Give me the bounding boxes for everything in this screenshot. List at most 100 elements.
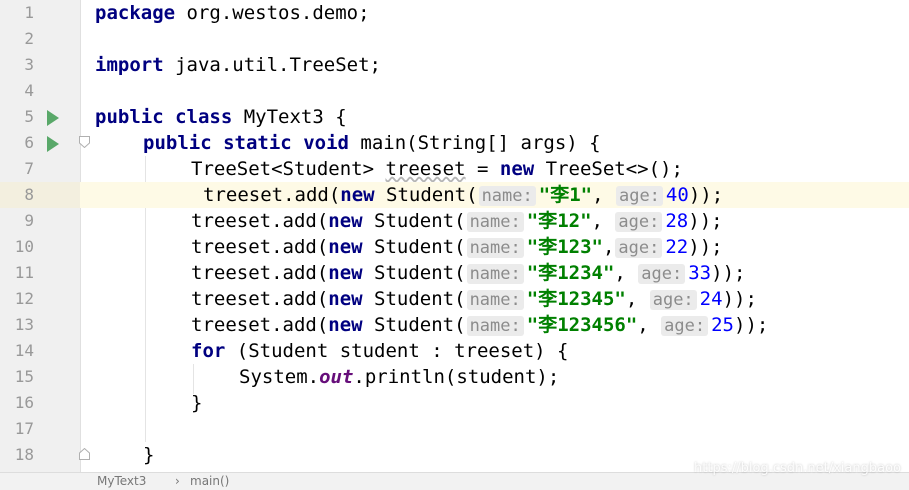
code-text[interactable]: }: [143, 442, 154, 468]
line-number: 11: [14, 263, 34, 282]
number-literal: 22: [665, 236, 689, 258]
gutter-cell: 7: [0, 156, 80, 182]
number-literal: 24: [699, 288, 723, 310]
code-line[interactable]: 17: [0, 416, 909, 442]
parameter-hint: age:: [638, 264, 686, 284]
line-number: 13: [14, 315, 34, 334]
gutter-cell: 9: [0, 208, 80, 234]
code-line[interactable]: 10 treeset.add(new Student(name: "李123", a…: [0, 234, 909, 260]
parameter-hint: name:: [466, 290, 524, 310]
run-icon[interactable]: [47, 110, 59, 126]
code-token: treeset.add(: [191, 288, 329, 310]
code-token: treeset.add(: [191, 210, 329, 232]
code-token: main(String[] args) {: [348, 132, 601, 154]
code-token: ,: [591, 210, 615, 232]
code-text[interactable]: treeset.add(new Student(name: "李1", age: 4…: [203, 182, 723, 208]
code-line[interactable]: 4: [0, 78, 909, 104]
code-line[interactable]: 13 treeset.add(new Student(name: "李123456…: [0, 312, 909, 338]
static-field: out: [319, 366, 354, 388]
gutter-cell: 15: [0, 364, 80, 390]
code-token: Student(: [374, 184, 478, 206]
breadcrumb-item-class[interactable]: MyText3: [97, 473, 146, 490]
run-icon[interactable]: [47, 136, 59, 152]
keyword: new: [340, 184, 375, 206]
code-text[interactable]: treeset.add(new Student(name: "李1234", ag…: [191, 260, 745, 286]
keyword: new: [328, 262, 363, 284]
line-number: 17: [14, 419, 34, 438]
code-line-current[interactable]: 8 treeset.add(new Student(name: "李1", age…: [0, 182, 909, 208]
code-line[interactable]: 14 for (Student student : treeset) {: [0, 338, 909, 364]
keyword: new: [328, 236, 363, 258]
code-token: treeset.add(: [203, 184, 341, 206]
code-token: =: [465, 158, 500, 180]
code-line[interactable]: 11 treeset.add(new Student(name: "李1234",…: [0, 260, 909, 286]
code-line[interactable]: 3 import java.util.TreeSet;: [0, 52, 909, 78]
keyword: class: [175, 106, 233, 128]
parameter-hint: age:: [615, 212, 663, 232]
number-literal: 28: [665, 210, 689, 232]
code-text[interactable]: TreeSet<Student> treeset = new TreeSet<>…: [191, 156, 683, 182]
code-text[interactable]: System.out.println(student);: [239, 364, 559, 390]
line-number: 5: [24, 107, 34, 126]
code-text[interactable]: for (Student student : treeset) {: [191, 338, 569, 364]
code-token: ));: [688, 210, 723, 232]
gutter-cell: 4: [0, 78, 80, 104]
gutter-cell: 3: [0, 52, 80, 78]
line-number: 15: [14, 367, 34, 386]
code-line[interactable]: 2: [0, 26, 909, 52]
gutter-cell: 18: [0, 442, 90, 468]
code-text[interactable]: public class MyText3 {: [95, 104, 347, 130]
string-literal: "李123456": [526, 314, 638, 336]
gutter-cell: 16: [0, 390, 80, 416]
line-number: 12: [14, 289, 34, 308]
code-line[interactable]: 9 treeset.add(new Student(name: "李12", ag…: [0, 208, 909, 234]
fold-icon[interactable]: [79, 448, 90, 460]
code-token: ,: [614, 262, 638, 284]
code-token: treeset.add(: [191, 314, 329, 336]
code-text[interactable]: import java.util.TreeSet;: [95, 52, 381, 78]
code-text[interactable]: public static void main(String[] args) {: [143, 130, 601, 156]
code-text[interactable]: }: [191, 390, 202, 416]
breadcrumb-separator: ›: [175, 474, 180, 488]
code-token: java.util.TreeSet;: [163, 54, 381, 76]
variable-name: treeset: [385, 158, 466, 180]
code-token: ));: [688, 184, 724, 206]
code-text[interactable]: treeset.add(new Student(name: "李12", age:…: [191, 208, 723, 234]
code-line[interactable]: 12 treeset.add(new Student(name: "李12345"…: [0, 286, 909, 312]
gutter-cell: 8: [0, 182, 80, 208]
keyword: new: [328, 314, 363, 336]
code-token: ));: [688, 236, 723, 258]
code-text[interactable]: treeset.add(new Student(name: "李123", age:…: [191, 234, 723, 260]
code-text[interactable]: treeset.add(new Student(name: "李123456", …: [191, 312, 768, 338]
fold-icon[interactable]: [79, 136, 90, 148]
gutter-cell: 13: [0, 312, 80, 338]
code-token: treeset.add(: [191, 236, 329, 258]
code-line[interactable]: 15 System.out.println(student);: [0, 364, 909, 390]
code-token: MyText3 {: [232, 106, 347, 128]
code-token: Student(: [362, 288, 466, 310]
line-number: 4: [24, 81, 34, 100]
parameter-hint: age:: [661, 316, 709, 336]
string-literal: "李123": [526, 236, 603, 258]
code-editor[interactable]: 1 package org.westos.demo; 2 3 import ja…: [0, 0, 909, 489]
code-text[interactable]: treeset.add(new Student(name: "李12345", a…: [191, 286, 757, 312]
code-line[interactable]: 7 TreeSet<Student> treeset = new TreeSet…: [0, 156, 909, 182]
number-literal: 25: [711, 314, 734, 336]
code-line[interactable]: 6 public static void main(String[] args)…: [0, 130, 909, 156]
breadcrumb-item-method[interactable]: main(): [190, 473, 229, 490]
code-token: ,: [625, 288, 649, 310]
code-text[interactable]: package org.westos.demo;: [95, 0, 370, 26]
code-token: Student(: [362, 314, 466, 336]
code-line[interactable]: 1 package org.westos.demo;: [0, 0, 909, 26]
keyword: void: [303, 132, 349, 154]
parameter-hint: name:: [478, 186, 536, 206]
code-token: Student(: [362, 262, 466, 284]
string-literal: "李12": [526, 210, 592, 232]
line-number: 18: [14, 445, 34, 464]
code-token: (Student student : treeset) {: [225, 340, 569, 362]
code-line[interactable]: 5 public class MyText3 {: [0, 104, 909, 130]
code-line[interactable]: 16 }: [0, 390, 909, 416]
gutter-cell: 12: [0, 286, 80, 312]
line-number: 8: [24, 185, 34, 204]
